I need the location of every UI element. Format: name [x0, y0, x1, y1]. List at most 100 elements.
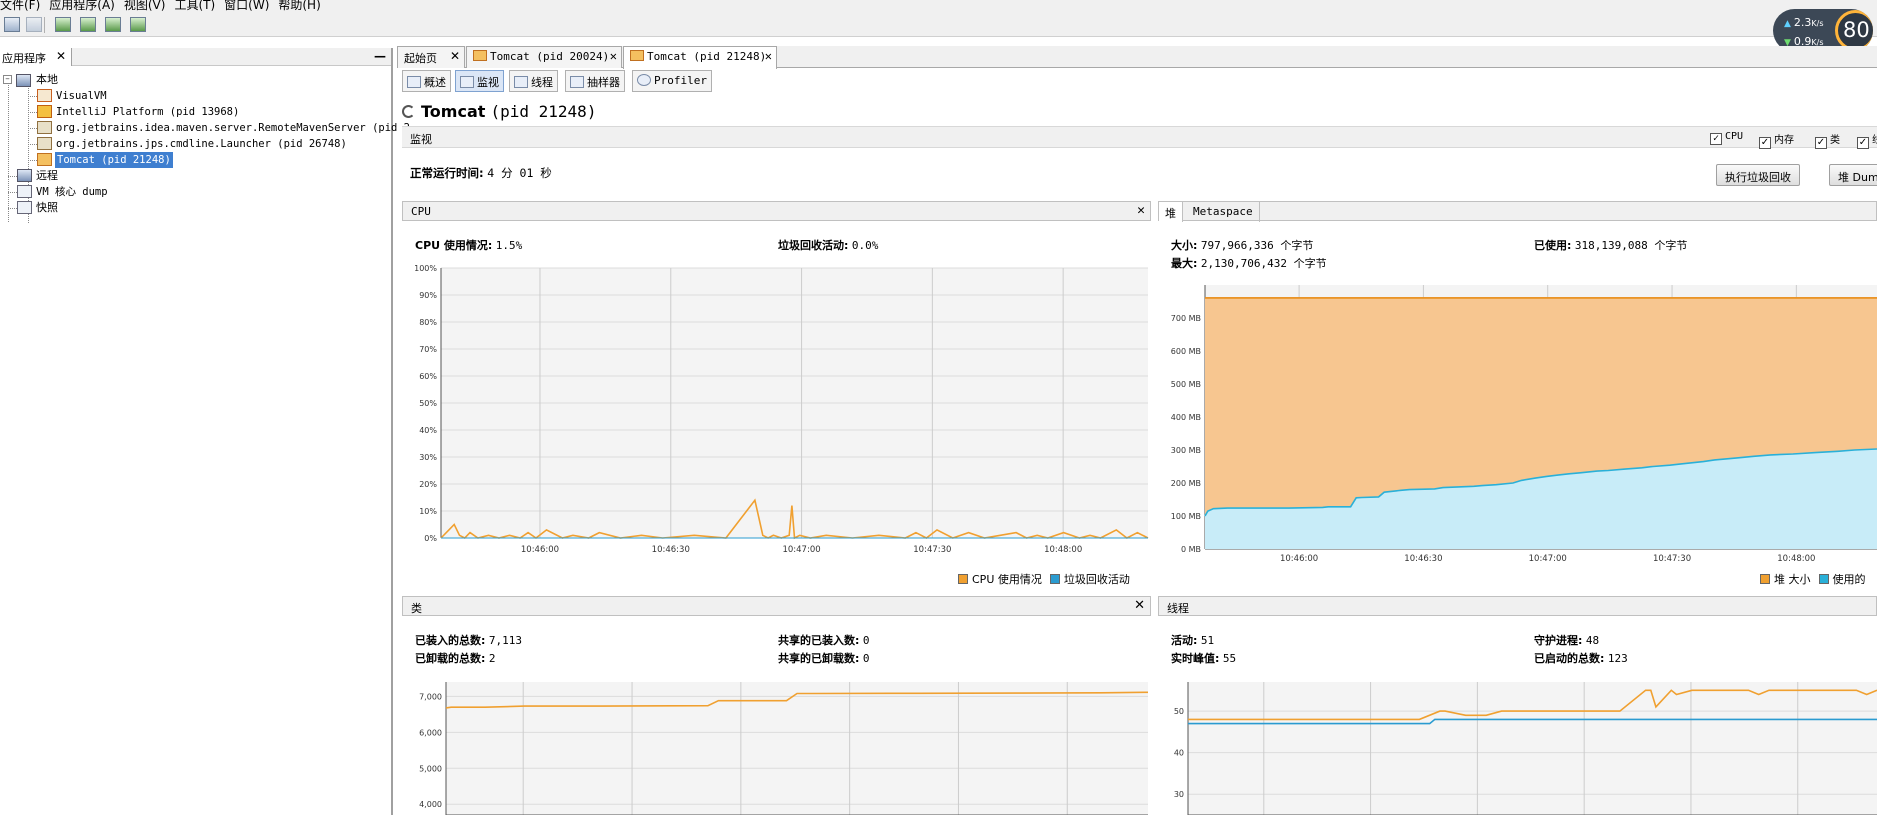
- tree-item-maven-server[interactable]: org.jetbrains.idea.maven.server.RemoteMa…: [56, 120, 410, 136]
- heap-dump-button[interactable]: 堆 Dump: [1829, 164, 1877, 186]
- tree-item-launcher[interactable]: org.jetbrains.jps.cmdline.Launcher (pid …: [56, 136, 347, 152]
- checkbox-cpu[interactable]: ✓ CPU: [1710, 131, 1743, 145]
- y-tick-label: 500 MB: [1171, 380, 1201, 389]
- toolbar-separator: [44, 17, 45, 33]
- tree-item-remote[interactable]: 远程: [36, 168, 58, 184]
- close-icon[interactable]: ✕: [1137, 203, 1145, 218]
- tree-item-tomcat[interactable]: Tomcat (pid 21248): [55, 152, 173, 168]
- collapse-local-icon[interactable]: –: [3, 75, 12, 84]
- thread-dump-icon[interactable]: [105, 17, 121, 32]
- checkbox-threads[interactable]: ✓线: [1857, 131, 1877, 149]
- minimize-icon[interactable]: —: [374, 49, 386, 63]
- stat-value: 2,130,706,432 个字节: [1200, 257, 1327, 270]
- tree-item-local[interactable]: 本地: [36, 72, 58, 88]
- tree-line: [28, 128, 37, 129]
- heap-dump-icon[interactable]: [80, 17, 96, 32]
- x-tick-label: 10:47:30: [1653, 554, 1691, 564]
- y-tick-label: 50%: [419, 399, 437, 408]
- tab-metaspace[interactable]: Metaspace: [1187, 202, 1260, 222]
- panel-title: CPU: [411, 205, 431, 218]
- stat-label: 大小:: [1171, 239, 1198, 252]
- y-tick-label: 5,000: [419, 764, 442, 773]
- tomcat-icon: [630, 50, 644, 61]
- tab-label: Tomcat (pid 20024): [490, 50, 610, 63]
- stat-label: 守护进程:: [1534, 634, 1583, 647]
- stat-label: CPU 使用情况:: [415, 239, 493, 252]
- tab-monitor[interactable]: 监视: [455, 70, 504, 92]
- heap-max-stat: 最大: 2,130,706,432 个字节: [1171, 255, 1327, 271]
- tree-line: [28, 112, 37, 113]
- legend-item: CPU 使用情况: [950, 573, 1042, 586]
- menu-tools[interactable]: 工具(T): [174, 0, 215, 11]
- profiler-icon: [637, 74, 651, 86]
- tab-tomcat-21248[interactable]: Tomcat (pid 21248) ✕: [623, 46, 777, 69]
- legend-label: 使用的: [1832, 573, 1866, 586]
- page-title: Tomcat (pid 21248): [402, 102, 596, 121]
- menu-window[interactable]: 窗口(W): [224, 0, 269, 11]
- stat-label: 共享的已卸载数:: [778, 652, 860, 665]
- tab-overview[interactable]: 概述: [402, 70, 451, 92]
- add-remote-host-icon[interactable]: [26, 17, 42, 32]
- toolbar: [0, 13, 1877, 37]
- y-tick-label: 90%: [419, 291, 437, 300]
- stat-label: 实时峰值:: [1171, 652, 1220, 665]
- heap-panel-header: 堆 Metaspace: [1158, 201, 1877, 222]
- threads-panel: 线程 活动: 51 守护进程: 48 实时峰值: 55 已启动的总数: 123 …: [1158, 596, 1877, 815]
- y-tick-label: 40: [1174, 749, 1184, 758]
- stat-value: 7,113: [488, 634, 523, 647]
- tree-item-vm-core-dump[interactable]: VM 核心 dump: [36, 184, 108, 200]
- load-snapshot-icon[interactable]: [55, 17, 71, 32]
- y-tick-label: 70%: [419, 345, 437, 354]
- perform-gc-button[interactable]: 执行垃圾回收: [1716, 164, 1800, 186]
- close-icon[interactable]: ✕: [1134, 598, 1145, 613]
- menu-applications[interactable]: 应用程序(A): [49, 0, 115, 11]
- x-tick-label: 10:48:00: [1044, 545, 1082, 555]
- classes-loaded-stat: 已装入的总数: 7,113: [415, 632, 522, 648]
- tree-item-intellij[interactable]: IntelliJ Platform (pid 13968): [56, 104, 239, 120]
- y-tick-label: 100%: [414, 264, 437, 273]
- tab-profiler[interactable]: Profiler: [632, 70, 712, 92]
- legend-item: 垃圾回收活动: [1042, 573, 1130, 586]
- menu-help[interactable]: 帮助(H): [278, 0, 320, 11]
- y-tick-label: 20%: [419, 480, 437, 489]
- y-tick-label: 6,000: [419, 728, 442, 737]
- tab-start-page[interactable]: 起始页 ✕: [397, 46, 465, 68]
- legend-swatch: [1760, 574, 1770, 584]
- menu-file[interactable]: 文件(F): [0, 0, 40, 11]
- menu-view[interactable]: 视图(V): [124, 0, 166, 11]
- applications-tab[interactable]: 应用程序 ✕: [0, 48, 72, 66]
- tab-sampler[interactable]: 抽样器: [565, 70, 625, 92]
- heap-legend: 堆 大小 使用的: [1752, 571, 1866, 587]
- usage-gauge: 80: [1835, 10, 1873, 51]
- upload-speed: ▲ 2.3K/s: [1784, 16, 1824, 29]
- checkbox-classes[interactable]: ✓ 类: [1815, 131, 1840, 149]
- core-dump-icon[interactable]: [130, 17, 146, 32]
- stat-value: 0.0%: [851, 239, 879, 252]
- sampler-icon: [570, 76, 584, 88]
- tomcat-icon: [37, 153, 52, 166]
- stat-label: 已启动的总数:: [1534, 652, 1605, 665]
- overview-icon: [407, 76, 421, 88]
- checkbox-memory[interactable]: ✓ 内存: [1759, 131, 1794, 149]
- applications-panel: 应用程序 ✕ — – 本地 VisualVM IntelliJ Platform …: [0, 48, 410, 815]
- cpu-panel-header: CPU ✕: [402, 201, 1151, 221]
- monitor-label: 监视: [410, 133, 432, 146]
- tab-tomcat-20024[interactable]: Tomcat (pid 20024) ✕: [466, 46, 622, 68]
- tab-heap[interactable]: 堆: [1159, 202, 1183, 222]
- classes-panel: 类 ✕ 已装入的总数: 7,113 共享的已装入数: 0 已卸载的总数: 2 共享…: [402, 596, 1151, 815]
- tree-item-visualvm[interactable]: VisualVM: [56, 88, 107, 104]
- checkbox-checked-icon: ✓: [1857, 137, 1869, 149]
- close-icon[interactable]: ✕: [610, 49, 617, 63]
- stat-value: 51: [1200, 634, 1215, 647]
- tab-threads[interactable]: 线程: [509, 70, 558, 92]
- close-icon[interactable]: ✕: [56, 49, 66, 63]
- stat-value: 2: [488, 652, 496, 665]
- legend-label: 垃圾回收活动: [1063, 573, 1130, 586]
- panel-title: 线程: [1167, 602, 1189, 615]
- gc-activity-stat: 垃圾回收活动: 0.0%: [778, 237, 878, 253]
- close-icon[interactable]: ✕: [765, 49, 772, 63]
- add-jmx-connection-icon[interactable]: [4, 17, 20, 32]
- heap-chart: 700 MB 600 MB 500 MB 400 MB 300 MB 200 MB 100 …: [1171, 285, 1877, 564]
- tree-item-snapshots[interactable]: 快照: [36, 200, 58, 216]
- close-icon[interactable]: ✕: [450, 49, 460, 63]
